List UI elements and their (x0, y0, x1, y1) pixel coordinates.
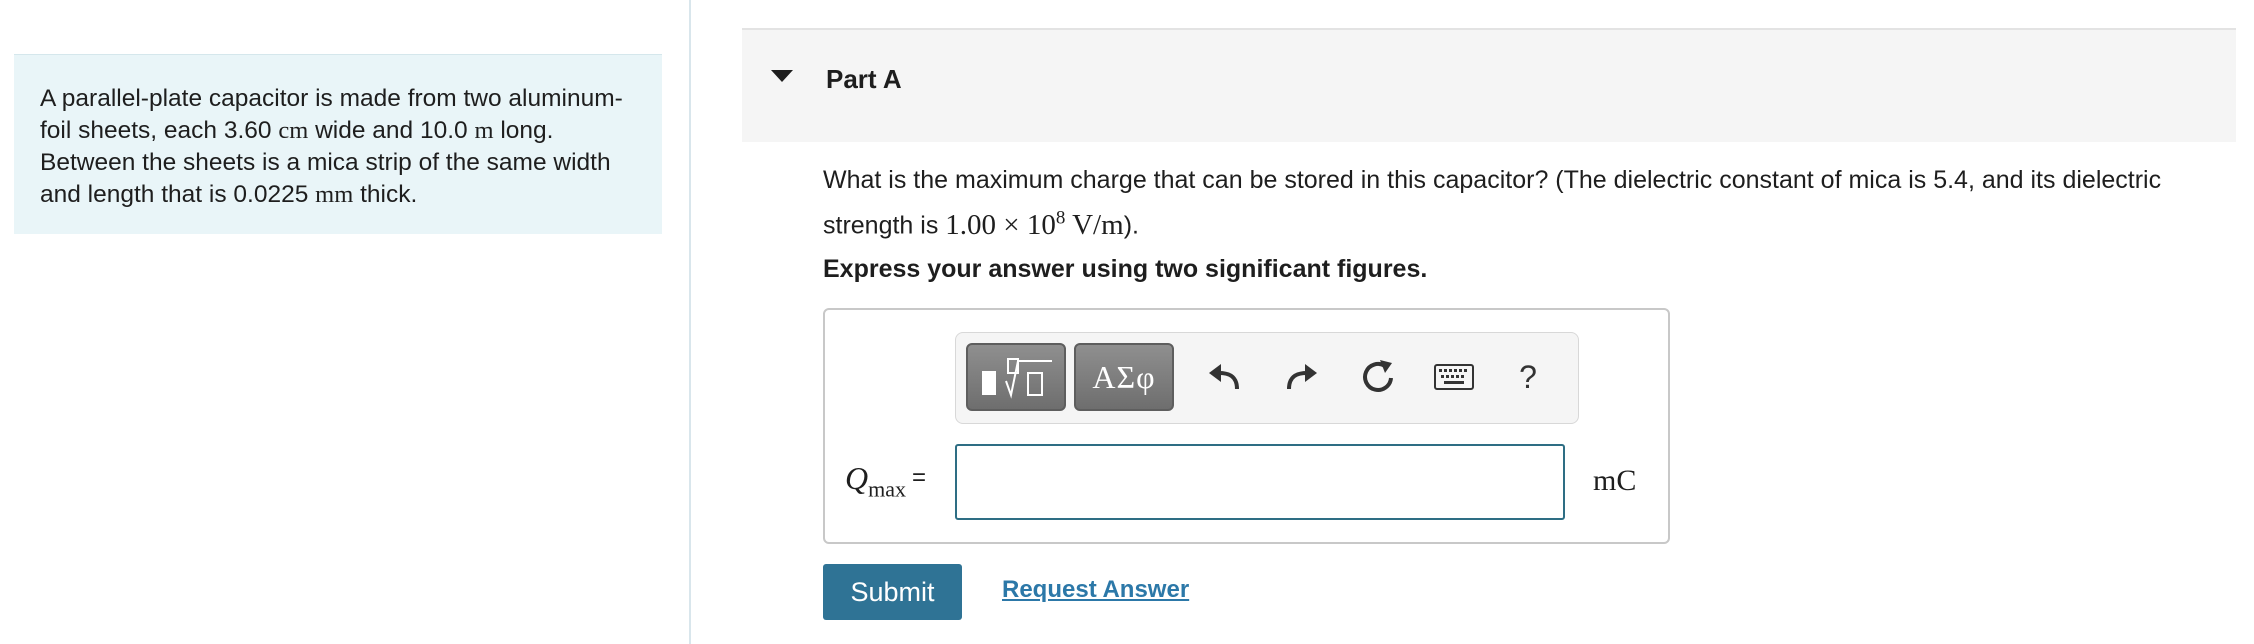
question-text-end: ). (1123, 211, 1139, 240)
problem-statement: A parallel-plate capacitor is made from … (40, 83, 636, 211)
undo-button[interactable] (1194, 345, 1254, 409)
submit-button[interactable]: Submit (823, 564, 962, 620)
dielectric-strength-value: 1.00 × 108 V/m (945, 207, 1124, 241)
problem-unit: mm (315, 181, 354, 208)
reset-button[interactable] (1348, 345, 1408, 409)
request-answer-link[interactable]: Request Answer (1002, 576, 1189, 604)
problem-text-segment: thick. (353, 181, 418, 208)
math-toolbar: ΑΣφ ? (955, 332, 1579, 424)
greek-symbols-button[interactable]: ΑΣφ (1074, 343, 1174, 411)
greek-symbols-label: ΑΣφ (1092, 358, 1156, 395)
keyboard-button[interactable] (1424, 345, 1484, 409)
column-divider (689, 0, 691, 644)
dielectric-strength-exponent: 8 (1055, 207, 1066, 228)
templates-button[interactable] (966, 343, 1066, 411)
answer-box: ΑΣφ ? Qmax = mC (823, 308, 1670, 544)
problem-text-segment: wide and 10.0 (308, 117, 475, 144)
help-button[interactable]: ? (1498, 345, 1558, 409)
problem-unit: cm (278, 117, 309, 144)
part-header[interactable]: Part A (742, 28, 2236, 142)
answer-variable: Q (845, 460, 869, 496)
collapse-triangle-icon[interactable] (770, 68, 794, 89)
equals-sign: = (912, 464, 927, 491)
dielectric-strength-unit: V/m (1065, 208, 1124, 241)
problem-statement-panel: A parallel-plate capacitor is made from … (14, 54, 662, 234)
problem-unit: m (474, 117, 494, 144)
templates-icon (982, 358, 1052, 399)
keyboard-icon (1434, 364, 1474, 390)
dielectric-strength-mantissa: 1.00 × 10 (945, 208, 1056, 241)
part-title: Part A (826, 64, 902, 94)
answer-variable-subscript: max (868, 476, 906, 502)
question-text: What is the maximum charge that can be s… (823, 162, 2223, 245)
answer-variable-label: Qmax = (845, 460, 926, 502)
redo-icon (1287, 364, 1317, 390)
undo-icon (1209, 364, 1239, 390)
redo-button[interactable] (1272, 345, 1332, 409)
answer-instruction: Express your answer using two significan… (823, 255, 1428, 283)
answer-unit: mC (1593, 464, 1637, 497)
reset-icon (1363, 360, 1393, 392)
answer-input[interactable] (955, 444, 1565, 520)
